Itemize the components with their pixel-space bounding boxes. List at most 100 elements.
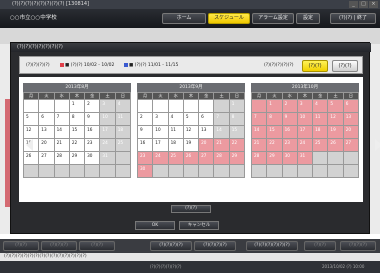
day-cell[interactable]: 23 (282, 139, 297, 151)
day-cell[interactable]: 20 (343, 126, 358, 138)
day-cell[interactable] (328, 165, 343, 177)
day-cell[interactable]: 5 (24, 113, 39, 125)
nav-schedule[interactable]: スケジュール (208, 13, 250, 24)
day-cell[interactable]: 14 (214, 126, 229, 138)
day-cell[interactable] (54, 100, 69, 112)
day-cell[interactable]: 4 (313, 100, 328, 112)
day-cell[interactable] (313, 152, 328, 164)
day-cell[interactable]: 21 (214, 139, 229, 151)
day-cell[interactable]: 28 (252, 152, 267, 164)
day-cell[interactable] (168, 100, 183, 112)
day-cell[interactable] (24, 100, 39, 112)
day-cell[interactable]: 3 (100, 100, 115, 112)
day-cell[interactable]: 28 (214, 152, 229, 164)
prev-month-arrow-icon[interactable] (26, 139, 33, 151)
day-cell[interactable] (252, 165, 267, 177)
day-cell[interactable]: 4 (115, 100, 130, 112)
day-cell[interactable]: 25 (313, 139, 328, 151)
day-cell[interactable] (115, 152, 130, 164)
day-cell[interactable]: 10 (153, 126, 168, 138)
day-cell[interactable]: 11 (115, 113, 130, 125)
day-cell[interactable]: 15 (229, 126, 244, 138)
day-cell[interactable]: 2 (282, 100, 297, 112)
day-cell[interactable]: 6 (39, 113, 54, 125)
day-cell[interactable] (168, 165, 183, 177)
day-cell[interactable]: 3 (297, 100, 313, 112)
nav-alarm[interactable]: アラーム設定 (252, 13, 294, 24)
day-cell[interactable]: 26 (24, 152, 39, 164)
day-cell[interactable]: 6 (343, 100, 358, 112)
bottom-button-6[interactable]: (?)(?)(?)(?)(?)(?) (246, 241, 298, 251)
bottom-button-4[interactable]: (?)(?)(?)(?) (150, 241, 192, 251)
day-cell[interactable]: 17 (100, 126, 115, 138)
day-cell[interactable]: 14 (54, 126, 69, 138)
day-cell[interactable] (54, 165, 69, 177)
day-cell[interactable]: 6 (199, 113, 214, 125)
day-cell[interactable]: 8 (69, 113, 85, 125)
day-cell[interactable] (214, 100, 229, 112)
day-cell[interactable]: 9 (85, 113, 100, 125)
day-cell[interactable]: 8 (267, 113, 282, 125)
bottom-button-1[interactable]: (?)(?) (3, 241, 39, 251)
day-cell[interactable]: 1 (267, 100, 282, 112)
minimize-button[interactable]: _ (349, 1, 358, 8)
day-cell[interactable]: 30 (85, 152, 100, 164)
day-cell[interactable]: 3 (153, 113, 168, 125)
day-cell[interactable] (24, 165, 39, 177)
day-cell[interactable]: 1 (229, 100, 244, 112)
maximize-button[interactable]: □ (359, 1, 368, 8)
day-cell[interactable]: 7 (252, 113, 267, 125)
day-cell[interactable]: 11 (313, 113, 328, 125)
next-month-arrow-icon[interactable] (375, 139, 380, 151)
day-cell[interactable]: 22 (267, 139, 282, 151)
day-cell[interactable]: 25 (168, 152, 183, 164)
day-cell[interactable]: 7 (214, 113, 229, 125)
bottom-button-7[interactable]: (?)(?) (304, 241, 336, 251)
day-cell[interactable] (153, 100, 168, 112)
close-button[interactable]: × (369, 1, 378, 8)
bottom-button-8[interactable]: (?)(?)(?) (340, 241, 376, 251)
day-cell[interactable] (115, 165, 130, 177)
day-cell[interactable] (100, 165, 115, 177)
day-cell[interactable]: 27 (199, 152, 214, 164)
nav-settings[interactable]: 設定 (296, 13, 320, 24)
day-cell[interactable] (214, 165, 229, 177)
bottom-button-3[interactable]: (?)(?) (79, 241, 115, 251)
day-cell[interactable] (85, 165, 100, 177)
day-cell[interactable]: 11 (168, 126, 183, 138)
day-cell[interactable] (297, 165, 313, 177)
day-cell[interactable] (153, 165, 168, 177)
day-cell[interactable] (199, 100, 214, 112)
day-cell[interactable] (183, 165, 199, 177)
day-cell[interactable] (183, 100, 199, 112)
day-cell[interactable]: 16 (138, 139, 153, 151)
day-cell[interactable] (343, 165, 358, 177)
day-cell[interactable]: 7 (54, 113, 69, 125)
day-cell[interactable]: 25 (115, 139, 130, 151)
day-cell[interactable]: 29 (267, 152, 282, 164)
day-cell[interactable]: 30 (138, 165, 153, 177)
set-button[interactable]: (?)(?) (171, 205, 211, 213)
day-cell[interactable] (138, 100, 153, 112)
day-cell[interactable] (343, 152, 358, 164)
day-cell[interactable]: 18 (313, 126, 328, 138)
day-cell[interactable] (282, 165, 297, 177)
day-cell[interactable]: 19 (183, 139, 199, 151)
day-cell[interactable]: 27 (343, 139, 358, 151)
day-cell[interactable]: 28 (54, 152, 69, 164)
bottom-button-2[interactable]: (?)(?)(?) (41, 241, 77, 251)
day-cell[interactable]: 16 (85, 126, 100, 138)
day-cell[interactable] (69, 165, 85, 177)
day-cell[interactable]: 17 (297, 126, 313, 138)
day-cell[interactable]: 12 (24, 126, 39, 138)
day-cell[interactable]: 4 (168, 113, 183, 125)
day-cell[interactable]: 22 (69, 139, 85, 151)
day-cell[interactable]: 10 (100, 113, 115, 125)
day-cell[interactable]: 13 (39, 126, 54, 138)
day-cell[interactable] (328, 152, 343, 164)
day-cell[interactable]: 21 (54, 139, 69, 151)
day-cell[interactable]: 31 (297, 152, 313, 164)
day-cell[interactable] (199, 165, 214, 177)
day-cell[interactable]: 22 (229, 139, 244, 151)
day-cell[interactable] (39, 165, 54, 177)
